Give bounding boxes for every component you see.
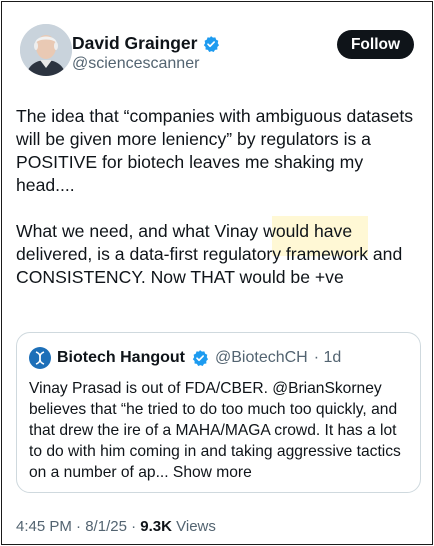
quoted-tweet-header: Biotech Hangout @BiotechCH · 1d xyxy=(29,347,341,369)
quoted-tweet[interactable]: Biotech Hangout @BiotechCH · 1d Vinay Pr… xyxy=(16,332,421,493)
author-avatar[interactable] xyxy=(20,24,72,76)
tweet-text: The idea that “companies with ambiguous … xyxy=(16,105,420,289)
author-name[interactable]: David Grainger xyxy=(72,33,197,54)
tweet-header: David Grainger @sciencescanner Follow xyxy=(20,24,414,80)
tweet-meta: 4:45 PM · 8/1/25 · 9.3K Views xyxy=(16,518,216,535)
follow-button[interactable]: Follow xyxy=(337,30,414,59)
author-avatar-image xyxy=(20,24,72,76)
views-label: Views xyxy=(176,518,216,535)
verified-badge-icon xyxy=(191,349,209,367)
verified-badge-icon xyxy=(202,35,220,53)
quoted-author-handle: @BiotechCH xyxy=(215,349,308,366)
dna-icon xyxy=(35,351,45,365)
quoted-tweet-text: Vinay Prasad is out of FDA/CBER. @BrianS… xyxy=(29,378,413,483)
tweet-date[interactable]: 8/1/25 xyxy=(85,518,127,535)
meta-separator: · xyxy=(76,518,82,535)
author-name-row: David Grainger xyxy=(72,33,220,54)
tweet-card: David Grainger @sciencescanner Follow Th… xyxy=(1,1,433,545)
quoted-tweet-time: · 1d xyxy=(313,349,342,366)
tweet-paragraph: The idea that “companies with ambiguous … xyxy=(16,106,414,195)
quoted-author-avatar xyxy=(29,347,51,369)
meta-separator: · xyxy=(131,518,137,535)
show-more-link[interactable]: Show more xyxy=(173,464,252,481)
quoted-author-name: Biotech Hangout xyxy=(57,349,185,366)
tweet-paragraph: What we need, and what Vinay would have … xyxy=(16,221,403,287)
tweet-time[interactable]: 4:45 PM xyxy=(16,518,72,535)
views-count: 9.3K xyxy=(140,518,172,535)
author-handle[interactable]: @sciencescanner xyxy=(72,55,199,73)
